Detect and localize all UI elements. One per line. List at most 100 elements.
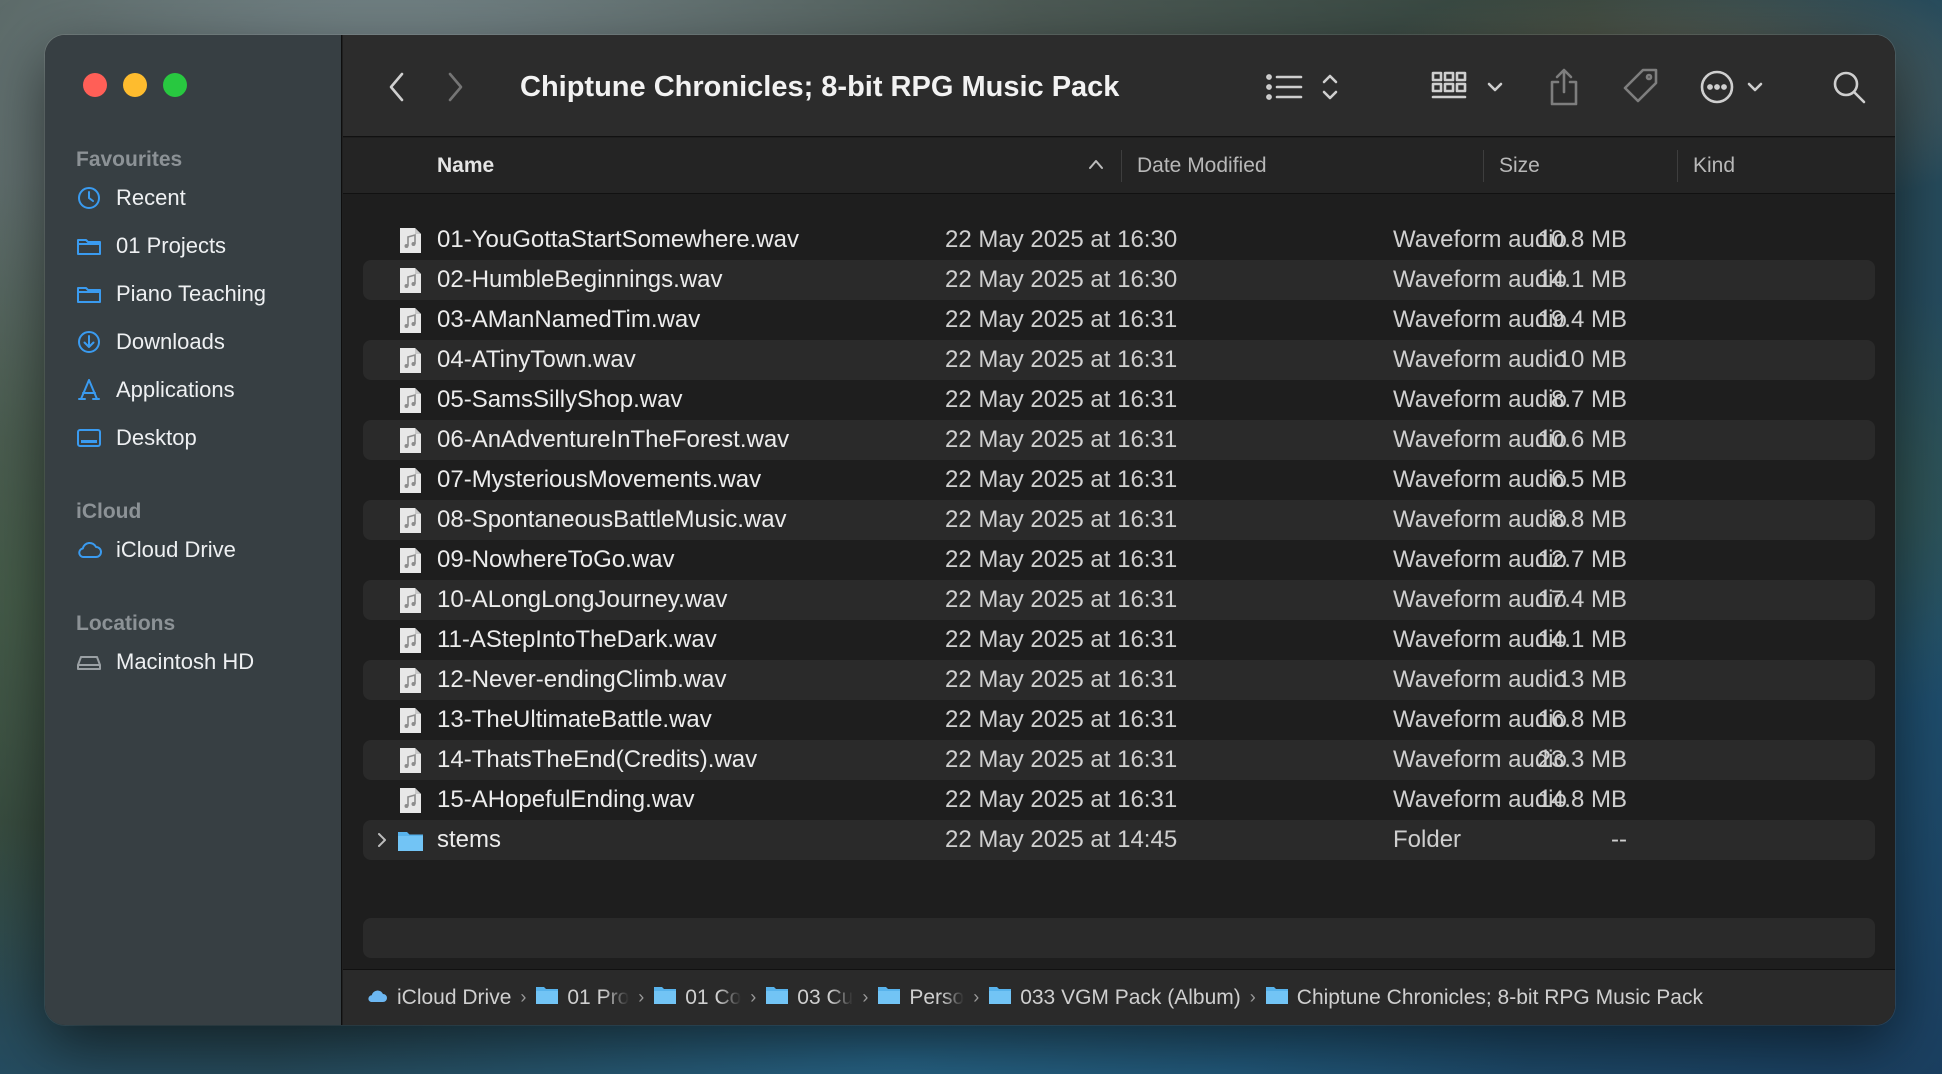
view-list-button[interactable] <box>1265 67 1355 107</box>
file-date: 22 May 2025 at 16:31 <box>945 306 1178 333</box>
audio-file-icon <box>397 747 424 774</box>
sidebar-item-macintosh-hd[interactable]: Macintosh HD <box>76 642 254 682</box>
sidebar-item-icloud-drive[interactable]: iCloud Drive <box>76 530 236 570</box>
sidebar-item-label: Macintosh HD <box>116 649 255 674</box>
file-kind: Waveform audio <box>1393 386 1567 413</box>
audio-file-icon <box>397 507 424 534</box>
sidebar-item-01-projects[interactable]: 01 Projects <box>76 226 226 266</box>
window-title: Chiptune Chronicles; 8-bit RPG Music Pac… <box>520 71 1120 103</box>
file-row[interactable]: 11-AStepIntoTheDark.wav 22 May 2025 at 16… <box>363 620 1875 660</box>
chevron-right-icon <box>448 72 463 102</box>
file-date: 22 May 2025 at 14:45 <box>945 826 1178 853</box>
audio-file-icon <box>397 387 424 414</box>
column-date-modified[interactable]: Date Modified <box>1137 138 1267 194</box>
window-controls <box>83 73 187 97</box>
file-row[interactable]: 13-TheUltimateBattle.wav 22 May 2025 at 1… <box>363 700 1875 740</box>
file-name: 14-ThatsTheEnd(Credits).wav <box>437 746 758 773</box>
path-crumb[interactable]: Chiptune Chronicles; 8-bit RPG Music Pac… <box>1265 985 1703 1011</box>
folder-icon <box>397 827 424 854</box>
column-separator[interactable] <box>1121 150 1122 182</box>
folder-icon <box>76 281 102 307</box>
group-by-button[interactable] <box>1431 67 1511 107</box>
file-date: 22 May 2025 at 16:31 <box>945 786 1178 813</box>
file-row[interactable]: 01-YouGottaStartSomewhere.wav 22 May 2025… <box>363 220 1875 260</box>
chevron-right-icon: › <box>1249 987 1256 1007</box>
file-date: 22 May 2025 at 16:31 <box>945 426 1178 453</box>
file-row[interactable]: 03-AManNamedTim.wav 22 May 2025 at 16:31 1… <box>363 300 1875 340</box>
cloud-icon <box>76 537 102 563</box>
file-size: -- <box>1611 826 1627 853</box>
file-kind: Waveform audio <box>1393 426 1567 453</box>
clock-icon <box>76 185 102 211</box>
column-name[interactable]: Name <box>437 138 494 194</box>
file-row[interactable]: 09-NowhereToGo.wav 22 May 2025 at 16:31 12… <box>363 540 1875 580</box>
search-button[interactable] <box>1831 67 1867 107</box>
file-row[interactable]: 02-HumbleBeginnings.wav 22 May 2025 at 16… <box>363 260 1875 300</box>
file-name: 09-NowhereToGo.wav <box>437 546 675 573</box>
column-separator[interactable] <box>1483 150 1484 182</box>
sidebar-item-applications[interactable]: Applications <box>76 370 235 410</box>
path-crumb[interactable]: iCloud Drive › <box>365 985 535 1011</box>
audio-file-icon <box>397 347 424 374</box>
sidebar-section-locations: Locations <box>76 612 176 635</box>
path-crumb[interactable]: 01 Co › <box>653 985 765 1011</box>
file-name: 04-ATinyTown.wav <box>437 346 636 373</box>
file-row[interactable]: 10-ALongLongJourney.wav 22 May 2025 at 16… <box>363 580 1875 620</box>
folder-row[interactable]: stems 22 May 2025 at 14:45 -- Folder <box>363 820 1875 860</box>
file-name: 08-SpontaneousBattleMusic.wav <box>437 506 787 533</box>
sidebar-item-downloads[interactable]: Downloads <box>76 322 225 362</box>
audio-file-icon <box>397 467 424 494</box>
zoom-button[interactable] <box>163 73 187 97</box>
folder-icon <box>653 985 685 1011</box>
download-icon <box>76 329 102 355</box>
folder-icon <box>988 985 1020 1011</box>
path-crumb[interactable]: 03 Cu › <box>765 985 877 1011</box>
file-kind: Waveform audio <box>1393 626 1567 653</box>
chevron-right-icon: › <box>750 987 757 1007</box>
folder-icon <box>765 985 797 1011</box>
column-kind[interactable]: Kind <box>1693 138 1735 194</box>
column-separator[interactable] <box>1677 150 1678 182</box>
file-row[interactable]: 07-MysteriousMovements.wav 22 May 2025 at… <box>363 460 1875 500</box>
path-bar: iCloud Drive › 01 Pro › 01 Co › 03 Cu › Perso › 03… <box>343 969 1895 1025</box>
close-button[interactable] <box>83 73 107 97</box>
tags-button[interactable] <box>1621 67 1661 107</box>
path-crumb[interactable]: Perso › <box>877 985 988 1011</box>
audio-file-icon <box>397 787 424 814</box>
path-crumb[interactable]: 033 VGM Pack (Album) › <box>988 985 1265 1011</box>
path-crumb-label: 03 Cu <box>797 985 854 1009</box>
file-date: 22 May 2025 at 16:31 <box>945 346 1178 373</box>
file-row[interactable]: 08-SpontaneousBattleMusic.wav 22 May 2025… <box>363 500 1875 540</box>
forward-button[interactable] <box>439 67 471 107</box>
file-row[interactable]: 14-ThatsTheEnd(Credits).wav 22 May 2025 a… <box>363 740 1875 780</box>
file-kind: Waveform audio <box>1393 466 1567 493</box>
more-actions-button[interactable] <box>1699 67 1769 107</box>
toolbar: Chiptune Chronicles; 8-bit RPG Music Pac… <box>343 35 1895 137</box>
sidebar-section-icloud: iCloud <box>76 500 142 523</box>
file-row[interactable]: 12-Never-endingClimb.wav 22 May 2025 at 1… <box>363 660 1875 700</box>
minimize-button[interactable] <box>123 73 147 97</box>
column-size[interactable]: Size <box>1499 138 1540 194</box>
disclosure-triangle-icon[interactable] <box>375 831 389 849</box>
file-row[interactable]: 15-AHopefulEnding.wav 22 May 2025 at 16:3… <box>363 780 1875 820</box>
file-kind: Waveform audio <box>1393 546 1567 573</box>
file-size: 10 MB <box>1557 346 1627 373</box>
file-row[interactable]: 04-ATinyTown.wav 22 May 2025 at 16:31 10 M… <box>363 340 1875 380</box>
sidebar-item-recent[interactable]: Recent <box>76 178 186 218</box>
chevron-left-icon <box>389 72 404 102</box>
sidebar-item-desktop[interactable]: Desktop <box>76 418 197 458</box>
path-crumb[interactable]: 01 Pro › <box>535 985 653 1011</box>
share-button[interactable] <box>1546 67 1582 107</box>
audio-file-icon <box>397 267 424 294</box>
file-list: 01-YouGottaStartSomewhere.wav 22 May 2025… <box>363 220 1875 860</box>
folder-icon <box>1265 985 1297 1011</box>
back-button[interactable] <box>381 67 413 107</box>
path-crumb-label: iCloud Drive <box>397 985 512 1009</box>
file-kind: Waveform audio <box>1393 666 1567 693</box>
audio-file-icon <box>397 707 424 734</box>
file-row[interactable]: 05-SamsSillyShop.wav 22 May 2025 at 16:31… <box>363 380 1875 420</box>
sidebar-item-piano-teaching[interactable]: Piano Teaching <box>76 274 266 314</box>
file-row[interactable]: 06-AnAdventureInTheForest.wav 22 May 2025… <box>363 420 1875 460</box>
file-name: 15-AHopefulEnding.wav <box>437 786 695 813</box>
file-kind: Waveform audio <box>1393 586 1567 613</box>
